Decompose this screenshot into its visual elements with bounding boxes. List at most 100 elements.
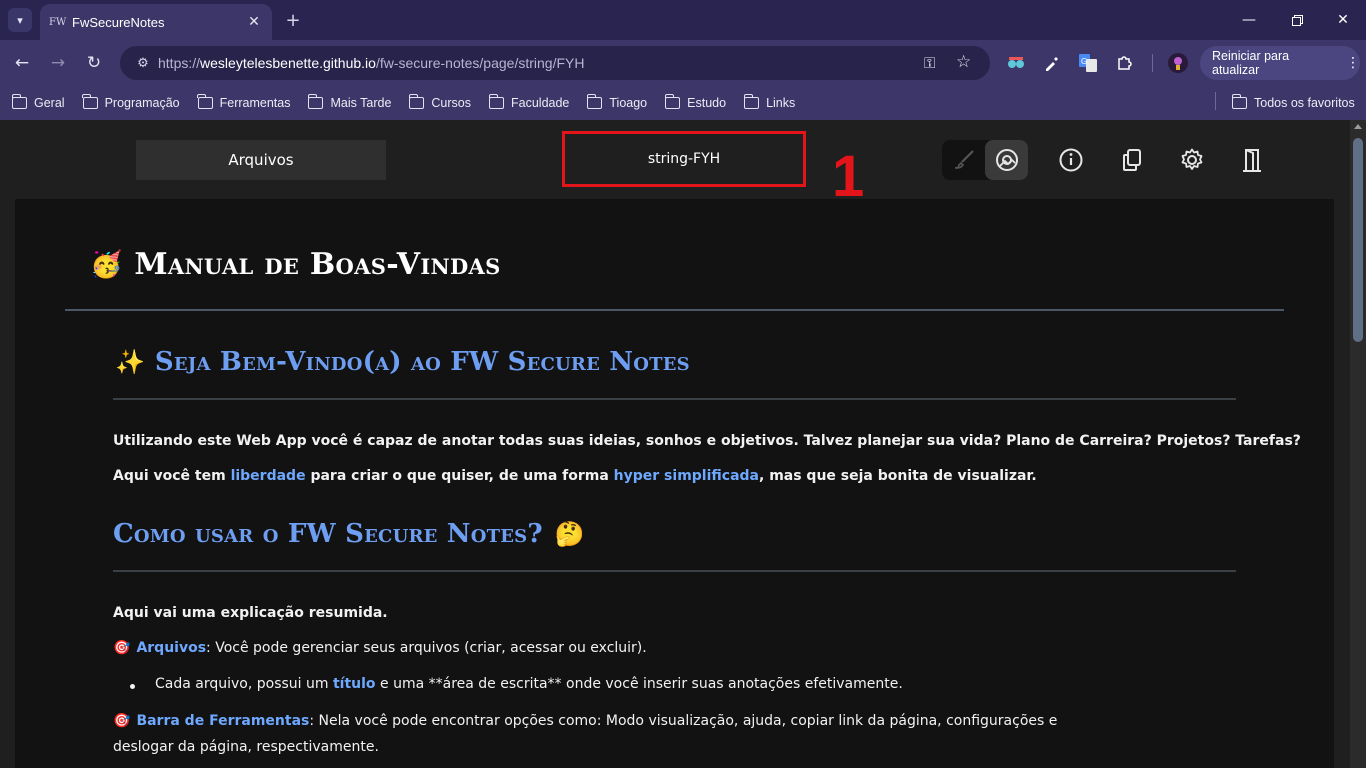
heading-divider bbox=[65, 309, 1284, 311]
copy-icon bbox=[1123, 149, 1141, 171]
bookmark-estudo[interactable]: Estudo bbox=[664, 94, 726, 110]
bookmark-programacao[interactable]: Programação bbox=[82, 94, 180, 110]
target-emoji: 🎯 bbox=[113, 713, 131, 729]
update-browser-button[interactable]: Reiniciar para atualizar ⋮ bbox=[1200, 46, 1360, 80]
hyper-simplificada-link[interactable]: hyper simplificada bbox=[614, 468, 759, 484]
tab-favicon: FW bbox=[49, 16, 67, 28]
welcome-heading-text: Seja Bem-Vindo(a) ao FW Secure Notes bbox=[154, 347, 690, 377]
all-bookmarks[interactable]: Todos os favoritos bbox=[1231, 94, 1355, 110]
folder-icon bbox=[11, 94, 27, 109]
note-title-field[interactable]: string-FYH bbox=[562, 131, 806, 187]
folder-icon bbox=[408, 94, 425, 109]
folder-icon bbox=[197, 94, 213, 109]
extensions-puzzle-icon[interactable] bbox=[1114, 53, 1134, 73]
toolbar-item-cont: deslogar da página, respectivamente. bbox=[113, 739, 379, 755]
glasses-icon bbox=[1008, 57, 1024, 68]
sparkles-emoji: ✨ bbox=[115, 348, 145, 376]
titulo-link[interactable]: título bbox=[333, 676, 376, 692]
copy-link-button[interactable] bbox=[1117, 145, 1147, 175]
files-button[interactable]: Arquivos bbox=[136, 140, 386, 180]
bookmark-faculdade[interactable]: Faculdade bbox=[488, 94, 569, 110]
bullet-dot bbox=[130, 684, 135, 689]
site-info-icon[interactable]: ⚙ bbox=[128, 56, 158, 71]
eyedropper-svg bbox=[1046, 57, 1058, 71]
tab-strip: ▾ FW FwSecureNotes ✕ + — ✕ bbox=[0, 0, 1366, 40]
bookmark-geral[interactable]: Geral bbox=[11, 94, 65, 110]
key-icon[interactable]: ⚿ bbox=[924, 54, 935, 72]
brush-icon bbox=[954, 150, 974, 169]
preview-icon bbox=[996, 149, 1018, 171]
folder-icon bbox=[586, 94, 603, 109]
restore-button[interactable] bbox=[1274, 0, 1320, 40]
files-link[interactable]: Arquivos bbox=[136, 640, 206, 656]
folder-icon bbox=[1231, 94, 1247, 109]
toolbar-link[interactable]: Barra de Ferramentas bbox=[136, 713, 309, 729]
intro-line-2: Aqui você tem liberdade para criar o que… bbox=[113, 468, 1037, 484]
settings-button[interactable] bbox=[1177, 145, 1207, 175]
forward-button[interactable]: → bbox=[45, 50, 71, 76]
bookmark-mais-tarde[interactable]: Mais Tarde bbox=[307, 94, 391, 110]
close-window-button[interactable]: ✕ bbox=[1320, 0, 1366, 40]
folder-icon bbox=[743, 94, 760, 109]
bookmarks-divider bbox=[1215, 92, 1216, 110]
info-icon bbox=[1059, 148, 1083, 172]
restore-icon bbox=[1291, 14, 1303, 26]
avatar-icon bbox=[1168, 53, 1188, 73]
files-bullet: Cada arquivo, possui um título e uma **á… bbox=[155, 676, 903, 692]
note-preview-area[interactable]: 🥳 Manual de Boas-Vindas ✨ Seja Bem-Vindo… bbox=[15, 199, 1334, 768]
tab-close-icon[interactable]: ✕ bbox=[244, 14, 264, 30]
liberdade-link[interactable]: liberdade bbox=[231, 468, 306, 484]
howto-heading-text: Como usar o FW Secure Notes? bbox=[113, 519, 543, 549]
reload-button[interactable]: ↻ bbox=[81, 50, 107, 76]
view-mode-toggle[interactable] bbox=[942, 140, 1028, 180]
welcome-divider bbox=[113, 398, 1236, 400]
folder-icon bbox=[488, 94, 504, 109]
scroll-up-arrow[interactable] bbox=[1354, 124, 1362, 129]
bookmark-cursos[interactable]: Cursos bbox=[408, 94, 471, 110]
url-text[interactable]: https://wesleytelesbenette.github.io/fw-… bbox=[158, 55, 584, 71]
thinking-emoji: 🤔 bbox=[554, 520, 585, 548]
tab-title: FwSecureNotes bbox=[72, 14, 165, 30]
extension-glasses-icon[interactable] bbox=[1006, 53, 1026, 73]
welcome-heading: ✨ Seja Bem-Vindo(a) ao FW Secure Notes bbox=[115, 347, 690, 377]
bookmark-star-icon[interactable]: ☆ bbox=[956, 52, 971, 72]
party-emoji: 🥳 bbox=[90, 249, 123, 280]
puzzle-svg bbox=[1118, 56, 1132, 70]
scroll-thumb[interactable] bbox=[1353, 138, 1363, 342]
help-info-button[interactable] bbox=[1056, 145, 1086, 175]
more-menu-icon[interactable]: ⋮ bbox=[1346, 55, 1360, 71]
tab-search-button[interactable]: ▾ bbox=[8, 8, 32, 32]
howto-heading: Como usar o FW Secure Notes? 🤔 bbox=[113, 519, 585, 549]
browser-toolbar: ← → ↻ ⚙ https://wesleytelesbenette.githu… bbox=[0, 40, 1366, 86]
eyedropper-icon[interactable] bbox=[1042, 53, 1062, 73]
minimize-button[interactable]: — bbox=[1226, 0, 1272, 40]
bookmark-links[interactable]: Links bbox=[743, 94, 795, 110]
explain-text: Aqui vai uma explicação resumida. bbox=[113, 605, 388, 621]
toolbar-divider bbox=[1152, 54, 1153, 72]
translate-icon[interactable]: G bbox=[1078, 53, 1098, 73]
active-tab[interactable]: FW FwSecureNotes ✕ bbox=[40, 4, 272, 40]
door-exit-icon bbox=[1243, 149, 1261, 172]
manual-heading: 🥳 Manual de Boas-Vindas bbox=[90, 247, 501, 282]
logout-button[interactable] bbox=[1237, 145, 1267, 175]
bookmark-ferramentas[interactable]: Ferramentas bbox=[197, 94, 290, 110]
folder-icon bbox=[664, 94, 681, 109]
page-scrollbar[interactable] bbox=[1350, 120, 1366, 768]
update-label: Reiniciar para atualizar bbox=[1212, 49, 1290, 77]
toolbar-item: 🎯 Barra de Ferramentas: Nela você pode en… bbox=[113, 713, 1058, 729]
back-button[interactable]: ← bbox=[9, 50, 35, 76]
folder-icon bbox=[82, 94, 98, 109]
bookmarks-bar: Geral Programação Ferramentas Mais Tarde… bbox=[0, 86, 1366, 120]
translate-svg: G bbox=[1079, 54, 1097, 72]
address-bar[interactable]: ⚙ https://wesleytelesbenette.github.io/f… bbox=[120, 46, 990, 80]
gear-icon bbox=[1181, 148, 1203, 170]
intro-line-1: Utilizando este Web App você é capaz de … bbox=[113, 433, 1301, 449]
howto-divider bbox=[113, 570, 1236, 572]
target-emoji: 🎯 bbox=[113, 640, 131, 656]
files-item: 🎯 Arquivos: Você pode gerenciar seus arqu… bbox=[113, 640, 647, 656]
bookmark-tioago[interactable]: Tioago bbox=[586, 94, 647, 110]
page-viewport: Arquivos string-FYH 1 🥳 Manual de Boas-V… bbox=[0, 120, 1350, 768]
new-tab-button[interactable]: + bbox=[282, 8, 304, 32]
profile-avatar[interactable] bbox=[1168, 53, 1188, 73]
svg-text:G: G bbox=[1081, 57, 1087, 66]
